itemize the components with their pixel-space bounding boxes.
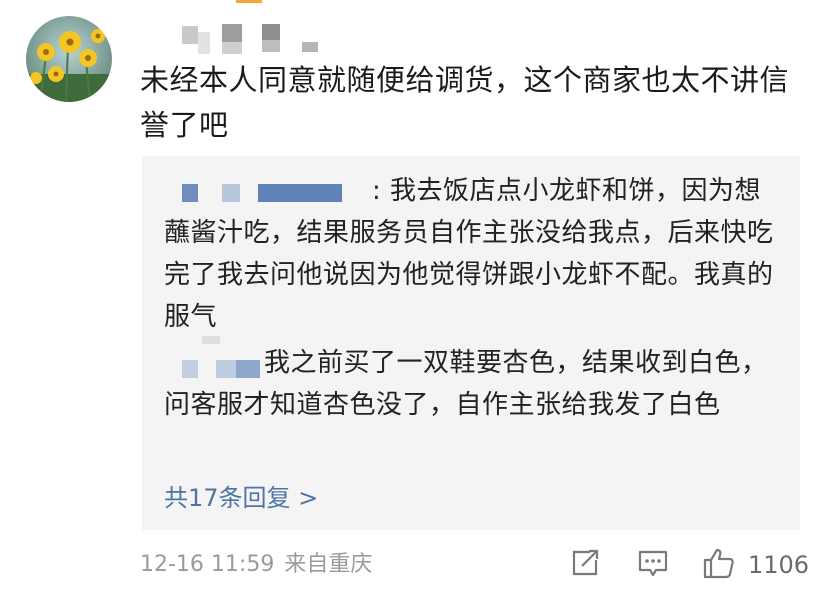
top-accent-bar: [236, 0, 262, 3]
share-icon[interactable]: [568, 546, 602, 580]
reply-box[interactable]: : 我去饭店点小龙虾和饼，因为想蘸酱汁吃，结果服务员自作主张没给我点，后来快吃完…: [142, 156, 800, 530]
comment-time: 12-16 11:59: [140, 552, 275, 577]
reply-text: : 我去饭店点小龙虾和饼，因为想蘸酱汁吃，结果服务员自作主张没给我点，后来快吃完…: [164, 176, 774, 332]
reply-item: : 我去饭店点小龙虾和饼，因为想蘸酱汁吃，结果服务员自作主张没给我点，后来快吃完…: [164, 170, 782, 338]
reply-text: 我之前买了一双鞋要杏色，结果收到白色，问客服才知道杏色没了，自作主张给我发了白色: [164, 348, 768, 420]
comment-text: 未经本人同意就随便给调货，这个商家也太不讲信誉了吧: [140, 63, 790, 142]
comment-icon[interactable]: [636, 546, 670, 580]
more-replies-link[interactable]: 共17条回复 >: [164, 480, 318, 516]
username-redacted[interactable]: [176, 18, 336, 58]
like-count: 1106: [748, 551, 810, 579]
comment-source: 来自重庆: [284, 552, 373, 577]
avatar[interactable]: [26, 16, 112, 102]
avatar-image: [26, 16, 112, 102]
thumbs-up-icon[interactable]: [702, 546, 736, 580]
comment-meta: 12-16 11:59 来自重庆: [140, 550, 372, 580]
reply-item: 我之前买了一双鞋要杏色，结果收到白色，问客服才知道杏色没了，自作主张给我发了白色: [164, 342, 782, 426]
